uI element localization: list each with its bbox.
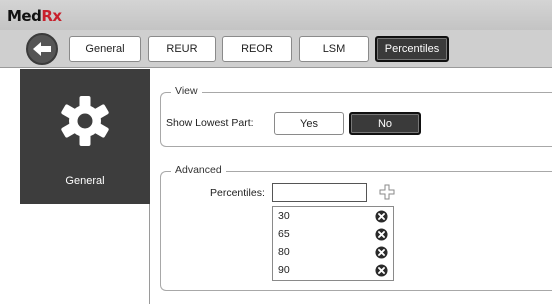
- title-bar: MedRx: [0, 0, 552, 30]
- percentile-value: 30: [278, 210, 290, 222]
- percentile-value: 65: [278, 228, 290, 240]
- percentiles-list: 30 65 80 90: [272, 206, 394, 281]
- arrow-left-icon: [33, 42, 51, 56]
- app-window: MedRx General REUR REOR LSM Percentiles: [0, 0, 552, 304]
- percentile-input[interactable]: [272, 183, 367, 202]
- sidebar: General: [20, 69, 150, 304]
- view-group-title: View: [171, 85, 202, 97]
- tab-reor[interactable]: REOR: [222, 36, 292, 62]
- remove-icon[interactable]: [375, 246, 388, 259]
- tab-strip: General REUR REOR LSM Percentiles: [0, 30, 552, 68]
- advanced-group-title: Advanced: [171, 164, 226, 176]
- remove-icon[interactable]: [375, 228, 388, 241]
- tab-percentiles[interactable]: Percentiles: [375, 36, 449, 62]
- percentile-value: 90: [278, 264, 290, 276]
- gear-icon: [61, 96, 109, 146]
- add-percentile-button[interactable]: [379, 184, 395, 200]
- remove-icon[interactable]: [375, 210, 388, 223]
- logo-rx-text: Rx: [41, 7, 62, 25]
- list-item: 80: [273, 245, 393, 260]
- remove-icon[interactable]: [375, 264, 388, 277]
- medrx-logo: MedRx: [7, 8, 62, 24]
- sidebar-item-general[interactable]: General: [20, 69, 150, 204]
- logo-med-text: Med: [7, 7, 42, 25]
- yes-button[interactable]: Yes: [274, 112, 344, 135]
- show-lowest-part-label: Show Lowest Part:: [166, 117, 254, 129]
- back-button[interactable]: [26, 33, 58, 65]
- tab-lsm[interactable]: LSM: [299, 36, 369, 62]
- no-button[interactable]: No: [349, 112, 421, 135]
- tab-general[interactable]: General: [69, 36, 141, 62]
- tab-reur[interactable]: REUR: [148, 36, 216, 62]
- sidebar-item-label: General: [65, 175, 105, 187]
- percentile-value: 80: [278, 246, 290, 258]
- percentiles-label: Percentiles:: [210, 187, 265, 199]
- list-item: 90: [273, 263, 393, 278]
- list-item: 30: [273, 209, 393, 224]
- list-item: 65: [273, 227, 393, 242]
